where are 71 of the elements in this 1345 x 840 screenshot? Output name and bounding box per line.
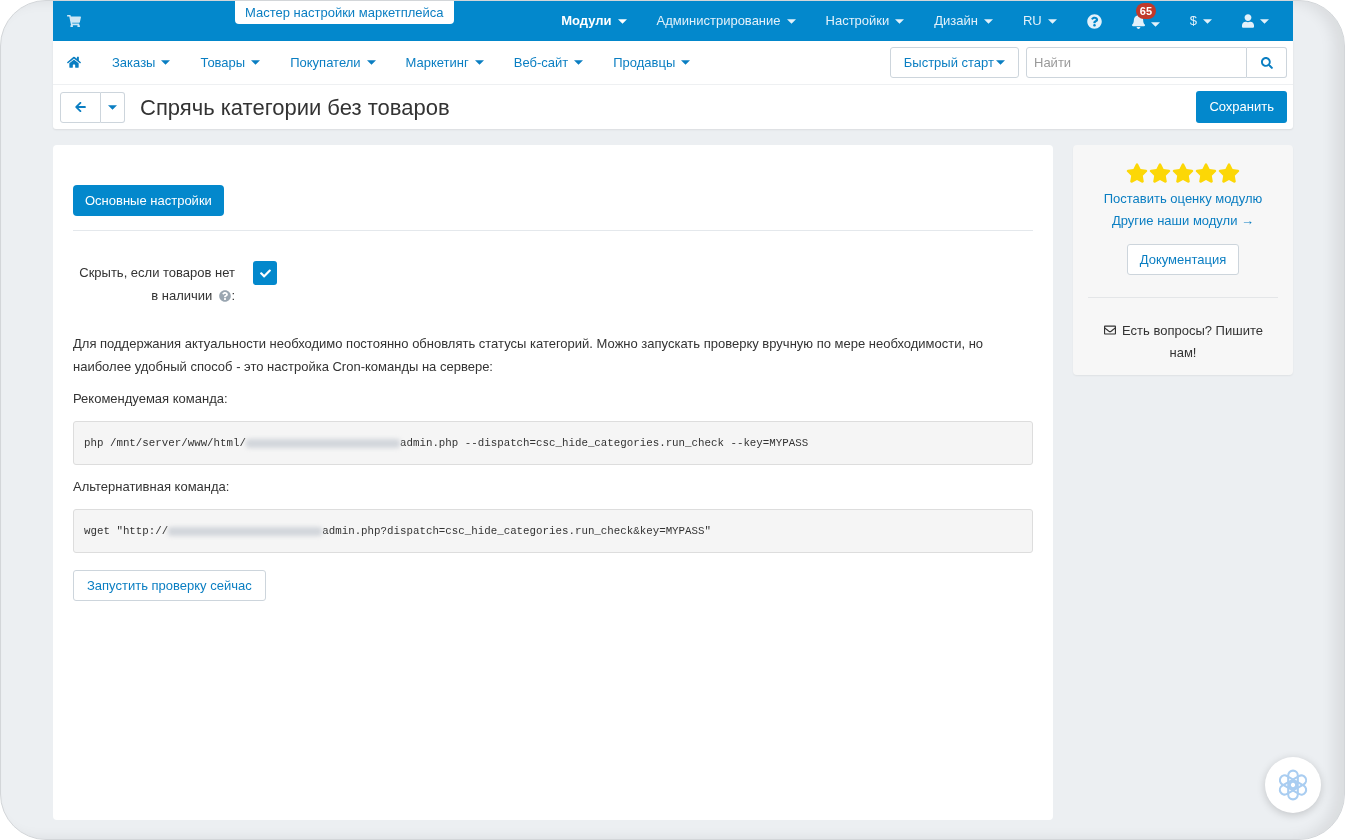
caret-icon <box>366 60 376 65</box>
home-icon <box>67 56 81 69</box>
back-button[interactable] <box>60 91 101 123</box>
user-icon <box>1242 14 1254 28</box>
star-rating[interactable] <box>1126 163 1240 183</box>
star-icon <box>1218 163 1240 183</box>
wizard-tab[interactable]: Мастер настройки маркетплейса <box>235 1 454 24</box>
interlaced-loops-icon <box>1277 769 1309 801</box>
nav-menu-item[interactable]: Покупатели <box>275 42 391 83</box>
caret-icon <box>984 18 993 24</box>
quick-start-button[interactable]: Быстрый старт <box>889 47 1019 78</box>
save-button[interactable]: Сохранить <box>1196 91 1287 123</box>
documentation-button[interactable]: Документация <box>1126 244 1240 275</box>
command-text: php /mnt/server/www/html/ <box>84 435 246 451</box>
check-icon <box>259 267 271 279</box>
settings-tab[interactable]: Основные настройки <box>73 185 224 216</box>
command-text: admin.php --dispatch=csc_hide_categories.run_check --key=MYPASS <box>400 435 809 451</box>
star-icon <box>1126 163 1148 183</box>
help-icon <box>1086 13 1102 29</box>
description-text: Для поддержания актуальности необходимо постоянно обновлять статусы категорий. Можно запускать проверку вручную по мере необходимости, но наиболее удобный способ - это настройка Cron-команды на сервере: <box>73 335 985 376</box>
envelope-icon <box>1103 324 1118 336</box>
help-icon <box>219 289 232 302</box>
command-text: wget "http:// <box>84 523 169 539</box>
caret-icon <box>474 60 484 65</box>
notifications-button[interactable]: 65 <box>1116 1 1175 41</box>
top-menu-item[interactable]: Дизайн <box>919 1 1008 41</box>
nav-menu-item[interactable]: Веб-сайт <box>498 42 599 83</box>
top-menu-item[interactable]: $ <box>1174 1 1227 41</box>
top-menu-item[interactable]: Настройки <box>810 1 920 41</box>
star-icon <box>1149 163 1171 183</box>
top-menu-item[interactable]: Модули <box>546 1 642 41</box>
caret-icon <box>574 60 584 65</box>
caret-icon <box>786 18 796 24</box>
caret-icon <box>681 60 691 65</box>
nav-menu-item[interactable]: Маркетинг <box>390 42 499 83</box>
search-icon <box>1260 56 1273 69</box>
command-label: Альтернативная команда: <box>73 478 231 496</box>
command-label: Рекомендуемая команда: <box>73 390 229 408</box>
caret-icon <box>996 60 1005 65</box>
caret-icon <box>161 60 171 65</box>
caret-icon <box>617 18 627 24</box>
cart-icon <box>67 14 81 28</box>
caret-icon <box>1047 18 1057 24</box>
notification-badge: 65 <box>1135 3 1156 19</box>
nav-menu-item[interactable]: Товары <box>185 42 276 83</box>
history-dropdown-button[interactable] <box>101 91 125 123</box>
contact-text: Есть вопросы? Пишите нам! <box>1122 323 1263 360</box>
search-field[interactable]: Найти <box>1026 47 1247 78</box>
run-check-button[interactable]: Запустить проверку сейчас <box>73 570 266 601</box>
setting-label: Скрыть, если товаров нет <box>79 264 235 282</box>
star-icon <box>1172 163 1194 183</box>
command-text: admin.php?dispatch=csc_hide_categories.run_check&key=MYPASS" <box>322 523 711 539</box>
caret-icon <box>1203 18 1212 24</box>
rate-module-link[interactable]: Поставить оценку модулю <box>1103 188 1263 210</box>
arrow-left-icon <box>75 101 86 113</box>
page-title: Спрячь категории без товаров <box>140 93 450 122</box>
nav-menu-item[interactable]: Продавцы <box>598 42 706 83</box>
caret-icon <box>1260 18 1269 24</box>
top-menu-item[interactable]: Администрирование <box>641 1 811 41</box>
top-menu-item[interactable]: RU <box>1008 1 1072 41</box>
caret-icon <box>1150 21 1160 27</box>
label-colon: : <box>231 287 235 305</box>
nav-menu-item[interactable]: Заказы <box>97 42 186 83</box>
caret-icon <box>251 60 261 65</box>
setting-label: в наличии <box>151 287 213 305</box>
other-modules-link[interactable]: Другие наши модули → <box>1111 210 1255 232</box>
caret-icon <box>895 18 905 24</box>
star-icon <box>1195 163 1217 183</box>
search-button[interactable] <box>1247 47 1287 78</box>
caret-icon <box>108 104 117 110</box>
checkbox[interactable] <box>253 261 277 285</box>
